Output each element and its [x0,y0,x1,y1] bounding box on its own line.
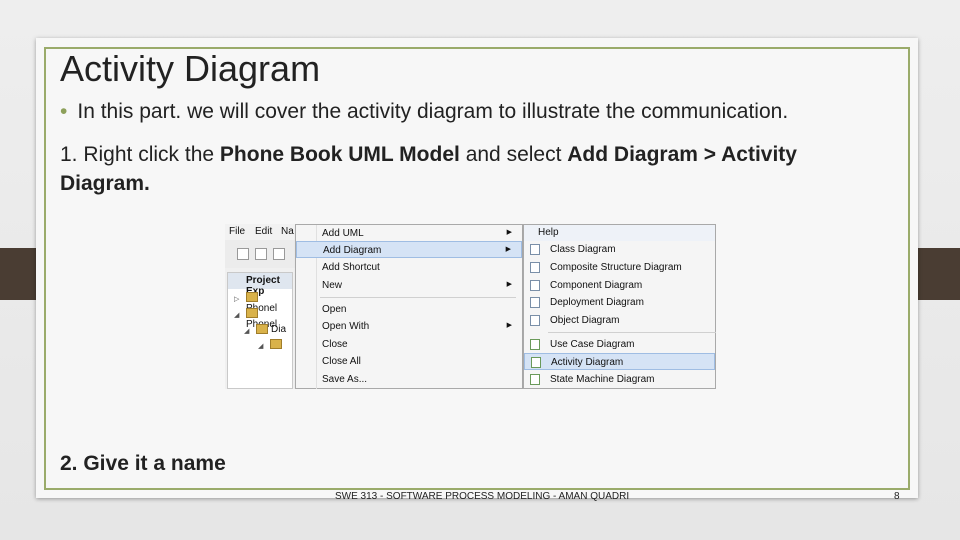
menu-navigate[interactable]: Na [281,226,294,237]
submenu-item-label: Use Case Diagram [550,339,635,350]
submenu-arrow-icon: ▶ [506,281,512,288]
submenu-item-state-machine-diagram[interactable]: State Machine Diagram [524,371,715,388]
folder-icon [246,308,258,319]
add-diagram-submenu: Help Class Diagram Composite Structure D… [523,224,716,389]
help-menu[interactable]: Help [524,225,715,241]
submenu-item-label: Activity Diagram [551,357,624,368]
submenu-item-label: Object Diagram [550,315,620,326]
submenu-item-label: Class Diagram [550,244,616,255]
new-icon[interactable] [237,248,249,260]
tree-item[interactable]: Dia [256,324,286,335]
menu-item-label: Open [322,304,347,315]
project-explorer-header: Project Exp [228,273,292,297]
submenu-item-deployment-diagram[interactable]: Deployment Diagram [524,294,715,311]
menu-item-new[interactable]: New ▶ [296,277,522,294]
expand-arrow-icon[interactable]: ▷ [234,295,239,303]
collapse-arrow-icon[interactable]: ◢ [258,342,263,350]
collapse-arrow-icon[interactable]: ◢ [244,327,249,335]
page-number: 8 [894,491,900,502]
composite-diagram-icon [530,262,540,273]
step-one-middle: and select [459,143,568,166]
menu-item-close[interactable]: Close [296,336,522,353]
project-explorer-panel: Project Exp ▷ Phonel ◢ Phonel ◢ Dia ◢ [227,272,293,389]
print-icon[interactable] [273,248,285,260]
submenu-item-composite-structure[interactable]: Composite Structure Diagram [524,259,715,276]
menu-item-label: New [322,280,343,291]
folder-icon [270,339,282,350]
step-one-model-name: Phone Book UML Model [219,143,460,166]
menu-item-label: Add UML [322,228,364,239]
submenu-arrow-icon: ▶ [505,246,511,253]
submenu-item-use-case-diagram[interactable]: Use Case Diagram [524,336,715,353]
object-diagram-icon [530,315,540,326]
submenu-arrow-icon: ▶ [506,229,512,236]
menu-item-add-shortcut[interactable]: Add Shortcut [296,259,522,276]
menu-item-label: Add Shortcut [322,262,380,273]
menu-item-open-with[interactable]: Open With ▶ [296,318,522,335]
menu-item-label: Close [322,339,348,350]
slide-footer: SWE 313 - SOFTWARE PROCESS MODELING - AM… [335,491,630,502]
component-diagram-icon [530,280,540,291]
menu-item-add-uml[interactable]: Add UML ▶ [296,225,522,242]
submenu-item-class-diagram[interactable]: Class Diagram [524,241,715,258]
step-one-prefix: 1. Right click the [60,143,220,166]
submenu-item-label: Component Diagram [550,280,643,291]
submenu-item-label: State Machine Diagram [550,374,655,385]
app-toolbar [225,240,295,268]
tree-item-label: Dia [271,324,287,335]
folder-icon [256,324,268,335]
menu-item-open[interactable]: Open [296,301,522,318]
menu-file[interactable]: File [229,226,245,237]
class-diagram-icon [530,244,540,255]
submenu-item-component-diagram[interactable]: Component Diagram [524,277,715,294]
submenu-item-object-diagram[interactable]: Object Diagram [524,312,715,329]
tree-item-selected[interactable] [270,339,285,350]
menu-item-label: Open With [322,321,370,332]
activity-diagram-icon [531,357,541,368]
save-icon[interactable] [255,248,267,260]
menu-item-label: Add Diagram [323,245,382,256]
embedded-screenshot: File Edit Na Project Exp ▷ Phonel ◢ Phon… [225,224,716,389]
menu-item-save-as[interactable]: Save As... [296,371,522,388]
menu-item-label: Save As... [322,374,368,385]
use-case-diagram-icon [530,339,540,350]
step-two-text: 2. Give it a name [60,452,226,475]
menu-edit[interactable]: Edit [255,226,272,237]
bullet-text: In this part. we will cover the activity… [77,100,789,123]
menu-item-add-diagram[interactable]: Add Diagram ▶ [296,241,522,258]
context-menu: Add UML ▶ Add Diagram ▶ Add Shortcut New ▶ … [295,224,523,389]
menu-separator [548,332,716,333]
submenu-item-activity-diagram[interactable]: Activity Diagram [524,353,715,370]
state-machine-diagram-icon [530,374,540,385]
bullet-point: • In this part. we will cover the activit… [60,100,788,124]
bullet-dot-icon: • [60,100,68,123]
collapse-arrow-icon[interactable]: ◢ [234,311,239,319]
folder-icon [246,292,258,303]
submenu-item-label: Deployment Diagram [550,297,644,308]
menu-separator [320,297,516,298]
help-menu-label: Help [538,227,559,238]
slide-title: Activity Diagram [60,48,321,89]
submenu-arrow-icon: ▶ [506,322,512,329]
menu-item-close-all[interactable]: Close All [296,353,522,370]
step-one-text: 1. Right click the Phone Book UML Model … [60,140,840,198]
deployment-diagram-icon [530,297,540,308]
submenu-item-label: Composite Structure Diagram [550,262,682,273]
menu-item-label: Close All [322,356,361,367]
